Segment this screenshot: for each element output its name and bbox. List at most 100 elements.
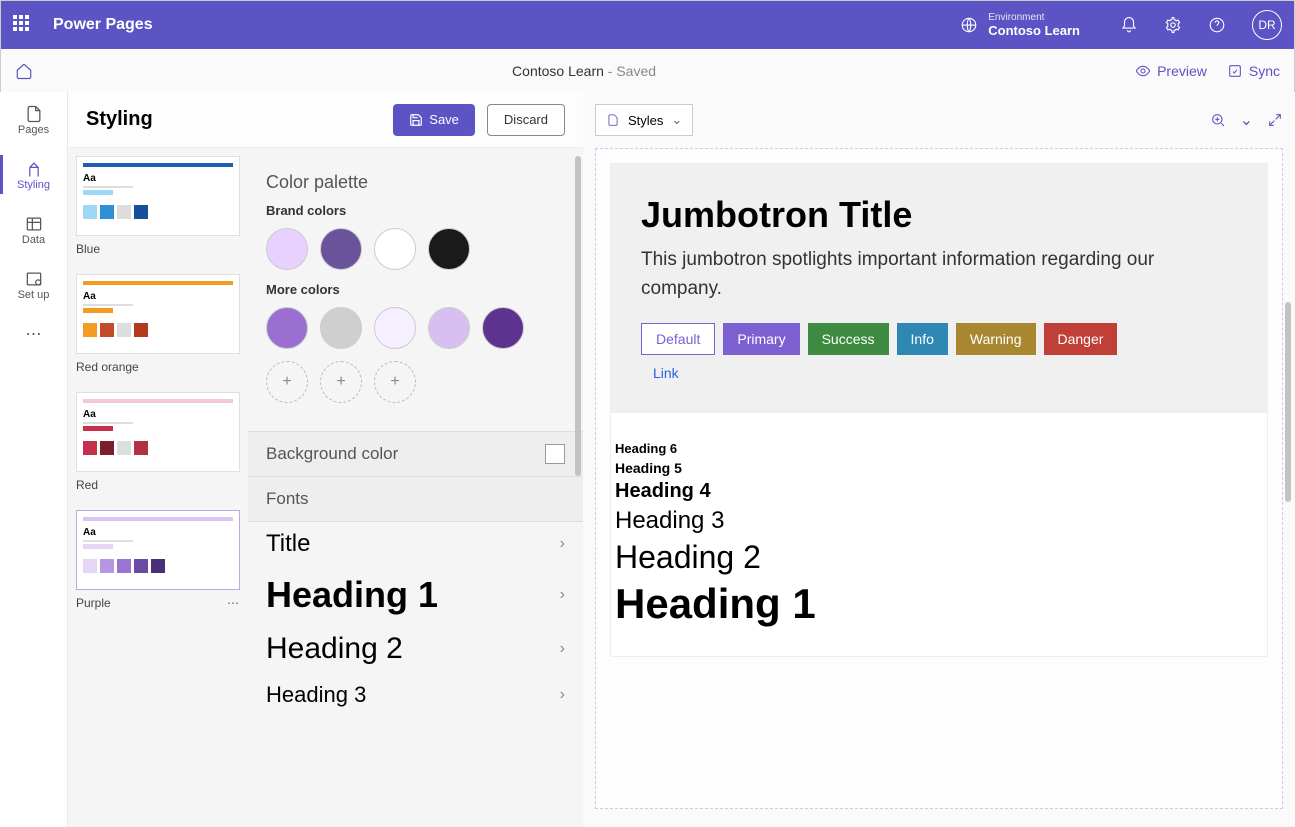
- page-title: Styling: [86, 108, 393, 131]
- brand-colors-label: Brand colors: [266, 203, 565, 218]
- styles-label: Styles: [628, 113, 663, 128]
- template-more-icon[interactable]: ⋯: [227, 596, 240, 610]
- scrollbar-thumb[interactable]: [575, 156, 581, 476]
- warning-button[interactable]: Warning: [956, 323, 1036, 355]
- color-swatch[interactable]: [266, 228, 308, 270]
- color-swatch[interactable]: [374, 307, 416, 349]
- nav-label: Data: [22, 234, 45, 246]
- preview-toolbar: Styles ⌄ ⌄: [595, 104, 1283, 136]
- sync-button[interactable]: Sync: [1227, 63, 1280, 79]
- nav-more[interactable]: ⋯: [0, 312, 67, 344]
- link[interactable]: Link: [641, 365, 679, 381]
- success-button[interactable]: Success: [808, 323, 889, 355]
- styles-dropdown[interactable]: Styles ⌄: [595, 104, 693, 136]
- heading-6: Heading 6: [615, 441, 1263, 456]
- discard-label: Discard: [504, 112, 548, 127]
- background-color-label: Background color: [266, 444, 398, 464]
- nav-styling[interactable]: Styling: [0, 147, 67, 202]
- site-title: Contoso Learn - Saved: [33, 63, 1135, 79]
- preview-canvas: Jumbotron Title This jumbotron spotlight…: [610, 163, 1268, 657]
- heading-3: Heading 3: [615, 507, 1263, 535]
- color-swatch[interactable]: [374, 228, 416, 270]
- template-name: Red: [76, 478, 240, 492]
- expand-icon[interactable]: [1267, 112, 1283, 128]
- home-icon[interactable]: [15, 62, 33, 80]
- help-icon[interactable]: [1208, 16, 1226, 34]
- template-name: Purple⋯: [76, 596, 240, 610]
- template-sample-text: Aa: [83, 291, 233, 302]
- save-status: - Saved: [604, 63, 656, 79]
- color-swatch[interactable]: [428, 307, 470, 349]
- font-label: Heading 3: [266, 682, 366, 708]
- nav-label: Styling: [17, 179, 50, 191]
- primary-button[interactable]: Primary: [723, 323, 799, 355]
- templates-panel: Aa Blue Aa Red orange Aa Red Aa Purple⋯: [68, 148, 248, 827]
- font-h2-row[interactable]: Heading 2›: [248, 624, 583, 674]
- notifications-icon[interactable]: [1120, 16, 1138, 34]
- nav-data[interactable]: Data: [0, 202, 67, 257]
- more-swatch-row: [266, 307, 565, 349]
- pages-icon: [24, 104, 44, 124]
- save-button[interactable]: Save: [393, 104, 475, 136]
- info-button[interactable]: Info: [897, 323, 948, 355]
- jumbotron-title: Jumbotron Title: [641, 194, 1237, 236]
- brand-swatch-row: [266, 228, 565, 270]
- setup-icon: [24, 269, 44, 289]
- color-swatch[interactable]: [482, 307, 524, 349]
- jumbotron-text: This jumbotron spotlights important info…: [641, 246, 1237, 303]
- save-label: Save: [429, 112, 459, 127]
- app-launcher-icon[interactable]: [13, 15, 33, 35]
- template-card[interactable]: Aa: [76, 392, 240, 472]
- font-label: Heading 2: [266, 632, 403, 666]
- preview-panel: Styles ⌄ ⌄ Jumbotron Title This jumbotro…: [583, 92, 1295, 827]
- preview-button[interactable]: Preview: [1135, 63, 1207, 79]
- font-h3-row[interactable]: Heading 3 ›: [248, 674, 583, 716]
- zoom-chevron-icon[interactable]: ⌄: [1240, 110, 1253, 130]
- nav-pages[interactable]: Pages: [0, 92, 67, 147]
- danger-button[interactable]: Danger: [1044, 323, 1118, 355]
- background-color-swatch[interactable]: [545, 444, 565, 464]
- chevron-right-icon: ›: [560, 535, 565, 553]
- template-card[interactable]: Aa: [76, 274, 240, 354]
- background-color-row[interactable]: Background color: [248, 431, 583, 477]
- settings-panel: Color palette Brand colors More colors +…: [248, 148, 583, 827]
- environment-picker[interactable]: Environment Contoso Learn: [960, 12, 1080, 38]
- chevron-down-icon: ⌄: [671, 112, 682, 128]
- global-header: Power Pages Environment Contoso Learn DR: [1, 1, 1294, 49]
- nav-setup[interactable]: Set up: [0, 257, 67, 312]
- font-label: Heading 1: [266, 574, 438, 616]
- add-color-button[interactable]: +: [266, 361, 308, 403]
- template-name: Blue: [76, 242, 240, 256]
- add-color-button[interactable]: +: [320, 361, 362, 403]
- color-swatch[interactable]: [428, 228, 470, 270]
- color-swatch[interactable]: [320, 307, 362, 349]
- chevron-right-icon: ›: [560, 586, 565, 604]
- user-avatar[interactable]: DR: [1252, 10, 1282, 40]
- default-button[interactable]: Default: [641, 323, 715, 355]
- heading-5: Heading 5: [615, 460, 1263, 476]
- heading-1: Heading 1: [615, 580, 1263, 628]
- data-icon: [24, 214, 44, 234]
- left-nav-rail: Pages Styling Data Set up ⋯: [0, 92, 68, 827]
- color-swatch[interactable]: [266, 307, 308, 349]
- color-swatch[interactable]: [320, 228, 362, 270]
- chevron-right-icon: ›: [560, 686, 565, 704]
- heading-4: Heading 4: [615, 480, 1263, 503]
- zoom-icon[interactable]: [1210, 112, 1226, 128]
- preview-label: Preview: [1157, 63, 1207, 79]
- canvas-wrapper: Jumbotron Title This jumbotron spotlight…: [595, 148, 1283, 809]
- font-title-row[interactable]: Title›: [248, 522, 583, 566]
- template-name: Red orange: [76, 360, 240, 374]
- color-palette-title: Color palette: [266, 172, 565, 193]
- discard-button[interactable]: Discard: [487, 104, 565, 136]
- settings-icon[interactable]: [1164, 16, 1182, 34]
- button-row: Default Primary Success Info Warning Dan…: [641, 323, 1237, 355]
- add-swatch-row: + + +: [266, 361, 565, 403]
- app-title: Power Pages: [53, 16, 153, 34]
- add-color-button[interactable]: +: [374, 361, 416, 403]
- template-card[interactable]: Aa: [76, 510, 240, 590]
- template-card[interactable]: Aa: [76, 156, 240, 236]
- font-h1-row[interactable]: Heading 1 ›: [248, 566, 583, 624]
- environment-name: Contoso Learn: [988, 23, 1080, 38]
- scrollbar-thumb[interactable]: [1285, 302, 1291, 502]
